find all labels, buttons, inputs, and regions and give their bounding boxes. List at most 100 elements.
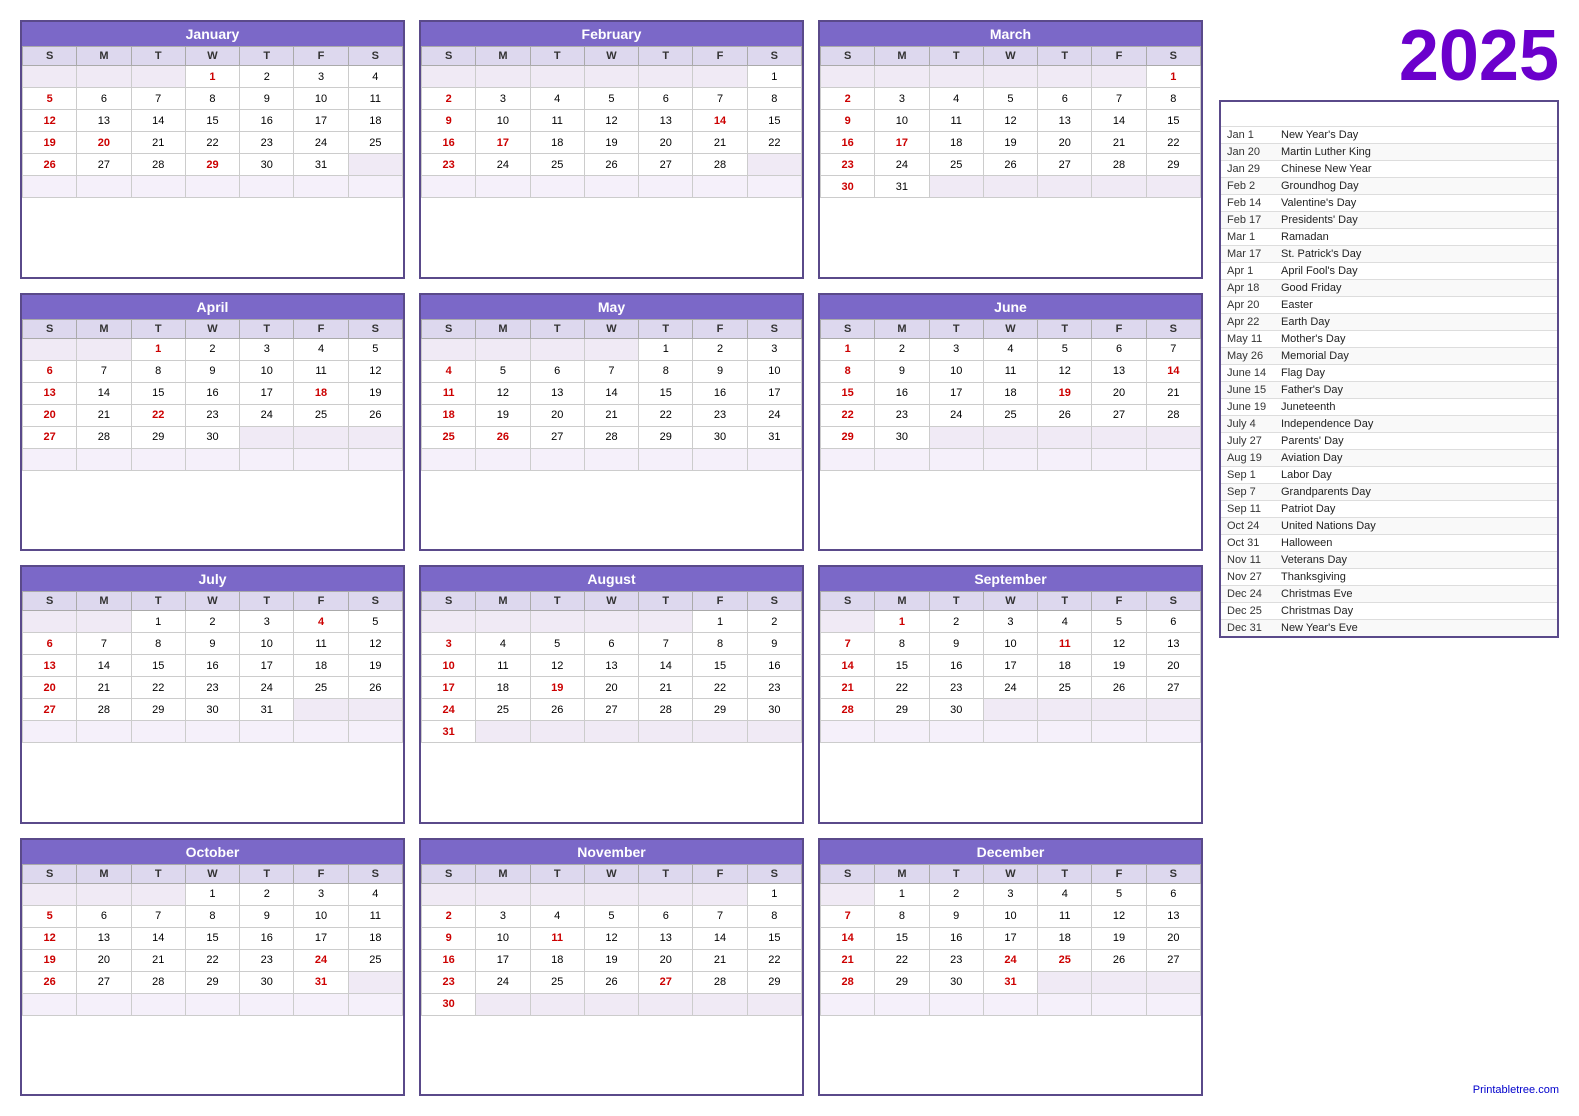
calendar-day: 21 <box>584 404 638 426</box>
calendar-day <box>131 448 185 470</box>
calendar-day: 14 <box>1092 110 1146 132</box>
calendar-day: 10 <box>240 633 294 655</box>
month-block-october: OctoberSMTWTFS12345678910111213141516171… <box>20 838 405 1097</box>
calendar-day: 9 <box>422 927 476 949</box>
calendar-day: 30 <box>929 971 983 993</box>
calendar-day: 28 <box>77 426 131 448</box>
calendar-day: 4 <box>983 338 1037 360</box>
calendar-day: 9 <box>185 633 239 655</box>
month-block-december: DecemberSMTWTFS1234567891011121314151617… <box>818 838 1203 1097</box>
calendar-day: 8 <box>185 905 239 927</box>
month-block-february: FebruarySMTWTFS1234567891011121314151617… <box>419 20 804 279</box>
calendar-day <box>747 176 801 198</box>
calendar-day: 19 <box>530 677 584 699</box>
calendar-day: 1 <box>185 66 239 88</box>
calendar-day: 6 <box>1146 611 1200 633</box>
holiday-date: Nov 11 <box>1220 552 1275 569</box>
day-header: M <box>77 319 131 338</box>
day-header: S <box>23 592 77 611</box>
calendar-day <box>23 721 77 743</box>
calendar-day <box>1092 721 1146 743</box>
calendar-day: 30 <box>185 699 239 721</box>
calendar-day: 15 <box>747 927 801 949</box>
calendar-day: 22 <box>875 949 929 971</box>
day-header: T <box>131 319 185 338</box>
calendar-day: 30 <box>821 176 875 198</box>
holiday-name: Mother's Day <box>1275 331 1558 348</box>
calendar-day <box>240 721 294 743</box>
calendar-day <box>584 993 638 1015</box>
calendar-day: 23 <box>747 677 801 699</box>
calendar-day: 14 <box>1146 360 1200 382</box>
calendar-day: 4 <box>294 611 348 633</box>
day-header: W <box>983 864 1037 883</box>
calendar-day: 10 <box>929 360 983 382</box>
day-header: F <box>294 864 348 883</box>
month-header: June <box>820 295 1201 319</box>
calendar-day: 13 <box>1146 905 1200 927</box>
calendar-day <box>348 448 402 470</box>
holiday-date: Nov 27 <box>1220 569 1275 586</box>
calendar-day: 11 <box>929 110 983 132</box>
calendar-day <box>530 883 584 905</box>
calendar-day: 14 <box>693 110 747 132</box>
calendar-day: 18 <box>983 382 1037 404</box>
calendar-day: 28 <box>821 699 875 721</box>
calendar-day: 21 <box>77 404 131 426</box>
calendar-day <box>422 611 476 633</box>
day-header: S <box>422 319 476 338</box>
calendar-day: 12 <box>530 655 584 677</box>
holiday-date: Apr 18 <box>1220 280 1275 297</box>
calendar-day: 27 <box>530 426 584 448</box>
calendar-day: 12 <box>348 360 402 382</box>
calendar-day: 11 <box>348 88 402 110</box>
calendar-day <box>1146 971 1200 993</box>
holiday-date: Apr 1 <box>1220 263 1275 280</box>
calendar-day: 22 <box>821 404 875 426</box>
holiday-name: Labor Day <box>1275 467 1558 484</box>
calendar-day: 22 <box>875 677 929 699</box>
calendar-day: 28 <box>77 699 131 721</box>
calendar-day: 1 <box>693 611 747 633</box>
holiday-header: Federal Holidays 2025 <box>1220 101 1558 127</box>
calendar-day: 15 <box>131 655 185 677</box>
month-table: SMTWTFS123456789101112131415161718192021… <box>820 46 1201 198</box>
calendar-day: 20 <box>639 132 693 154</box>
calendar-day: 3 <box>983 611 1037 633</box>
calendar-day: 25 <box>348 132 402 154</box>
calendar-day: 3 <box>476 905 530 927</box>
calendar-day: 17 <box>747 382 801 404</box>
holiday-date: Sep 7 <box>1220 484 1275 501</box>
calendar-day: 11 <box>530 927 584 949</box>
calendar-day: 23 <box>240 132 294 154</box>
day-header: F <box>1092 592 1146 611</box>
calendar-grid: JanuarySMTWTFS12345678910111213141516171… <box>20 20 1203 1096</box>
calendar-day: 14 <box>639 655 693 677</box>
day-header: S <box>422 592 476 611</box>
calendar-day: 18 <box>1038 655 1092 677</box>
calendar-day: 18 <box>530 132 584 154</box>
holiday-date: Aug 19 <box>1220 450 1275 467</box>
calendar-day <box>747 154 801 176</box>
calendar-day: 1 <box>131 338 185 360</box>
calendar-day: 19 <box>584 949 638 971</box>
calendar-day: 22 <box>747 949 801 971</box>
calendar-day <box>929 721 983 743</box>
month-header: September <box>820 567 1201 591</box>
calendar-day: 17 <box>240 382 294 404</box>
calendar-day: 25 <box>929 154 983 176</box>
calendar-day: 5 <box>348 338 402 360</box>
calendar-day <box>821 66 875 88</box>
calendar-day: 8 <box>131 633 185 655</box>
month-table: SMTWTFS123456789101112131415161718192021… <box>22 864 403 1016</box>
calendar-day: 17 <box>294 927 348 949</box>
calendar-day <box>639 611 693 633</box>
calendar-day: 17 <box>240 655 294 677</box>
calendar-day: 7 <box>584 360 638 382</box>
calendar-day: 16 <box>821 132 875 154</box>
calendar-day <box>530 66 584 88</box>
calendar-day: 4 <box>1038 883 1092 905</box>
footer-link[interactable]: Printabletree.com <box>1219 1078 1559 1096</box>
day-header: F <box>1092 319 1146 338</box>
month-table: SMTWTFS123456789101112131415161718192021… <box>820 319 1201 471</box>
